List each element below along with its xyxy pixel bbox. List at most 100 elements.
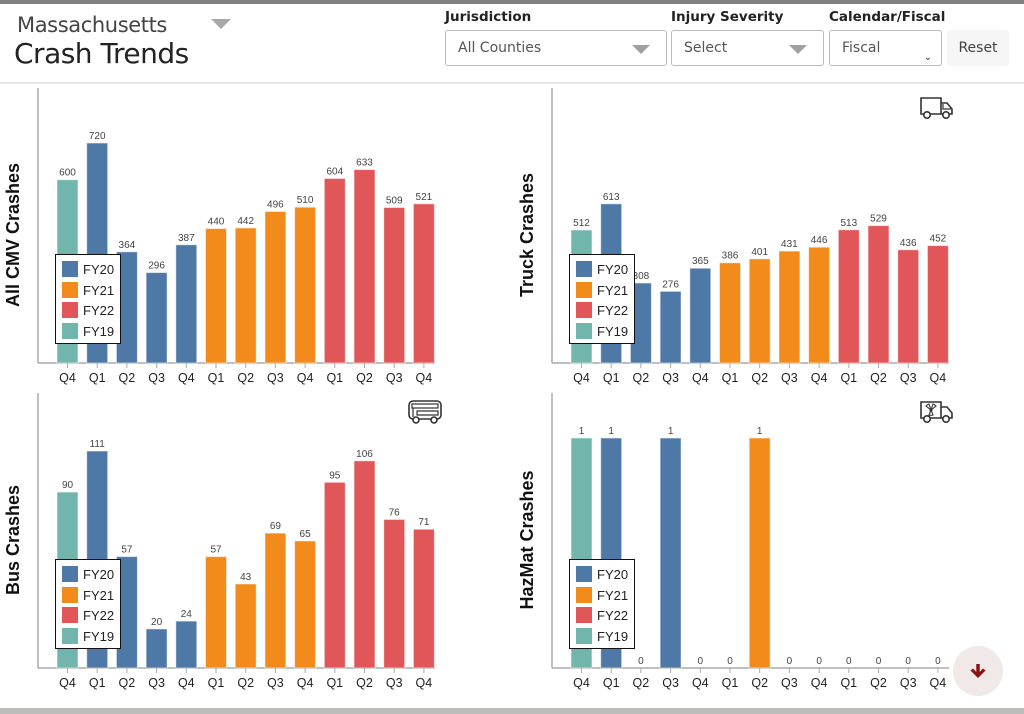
x-tick-label: Q3 xyxy=(900,371,917,385)
reset-button[interactable]: Reset xyxy=(947,30,1009,66)
x-tick-label: Q1 xyxy=(603,676,620,690)
chart-truck-crashes: 512 Q4 613 Q1 308 Q2 276 Q3 365 Q4 386 Q1 401 Q2 431 Q3… xyxy=(512,86,1024,391)
bar-value-label: 440 xyxy=(208,217,225,228)
chart-svg: 600 Q4 720 Q1 364 Q2 296 Q3 387 Q4 440 Q1 442 Q2 496 Q3… xyxy=(37,88,435,385)
bar-fy21-q3[interactable] xyxy=(264,532,287,669)
legend-label: FY21 xyxy=(597,587,629,603)
bar-fy21-q4[interactable] xyxy=(808,246,831,364)
bar-fy22-q4[interactable] xyxy=(926,245,949,364)
bar-value-label: 509 xyxy=(386,195,403,206)
scroll-down-button[interactable] xyxy=(953,646,1003,696)
bar-value-label: 442 xyxy=(237,216,254,227)
x-tick-label: Q4 xyxy=(297,371,314,385)
calendar-fiscal-select[interactable]: Fiscal ⌄ xyxy=(829,30,942,66)
bar-value-label: 0 xyxy=(905,656,911,667)
injury-severity-select[interactable]: Select xyxy=(671,30,824,66)
state-dropdown-caret-icon[interactable] xyxy=(211,19,231,29)
x-tick-label: Q3 xyxy=(386,371,403,385)
x-tick-label: Q2 xyxy=(237,371,254,385)
legend-swatch xyxy=(576,566,592,582)
bar-value-label: 613 xyxy=(603,192,620,203)
legend-swatch xyxy=(62,302,78,318)
injury-severity-label: Injury Severity xyxy=(671,9,784,25)
bar-fy22-q3[interactable] xyxy=(383,206,406,364)
x-tick-label: Q3 xyxy=(386,676,403,690)
bar-fy22-q3[interactable] xyxy=(897,249,920,364)
chevron-down-icon: ⌄ xyxy=(923,52,932,63)
x-tick-label: Q1 xyxy=(722,676,739,690)
bar-fy22-q1[interactable] xyxy=(837,229,860,364)
legend-swatch xyxy=(62,586,78,603)
bar-fy20-q3[interactable] xyxy=(659,437,682,669)
header: Massachusetts Crash Trends Jurisdiction … xyxy=(0,4,1024,84)
bar-fy21-q2[interactable] xyxy=(234,227,257,364)
legend-label: FY19 xyxy=(597,628,629,644)
x-tick-label: Q2 xyxy=(633,676,650,690)
bar-value-label: 1 xyxy=(757,426,763,437)
legend-item-fy20: FY20 xyxy=(62,261,122,279)
x-tick-label: Q1 xyxy=(89,676,106,690)
bar-fy22-q3[interactable] xyxy=(383,518,406,669)
chart-legend: FY20 FY21 FY22 FY19 xyxy=(569,254,635,344)
bar-fy20-q4[interactable] xyxy=(175,620,198,669)
legend-item-fy21: FY21 xyxy=(576,281,636,300)
bar-fy20-q3[interactable] xyxy=(145,628,168,669)
bar-value-label: 111 xyxy=(90,439,106,450)
legend-item-fy20: FY20 xyxy=(576,566,636,584)
chart-svg: 90 Q4 111 Q1 57 Q2 20 Q3 24 Q4 57 Q1 43 Q2 69 Q3 65 Q4 95 Q… xyxy=(37,393,435,690)
bar-fy20-q3[interactable] xyxy=(145,272,168,364)
legend-swatch xyxy=(576,281,592,298)
bar-fy22-q4[interactable] xyxy=(412,203,435,364)
bar-fy20-q3[interactable] xyxy=(659,290,682,364)
legend-item-fy22: FY22 xyxy=(576,607,636,625)
legend-label: FY22 xyxy=(83,608,115,623)
bar-fy21-q2[interactable] xyxy=(748,437,771,669)
x-tick-label: Q4 xyxy=(178,371,195,385)
bar-fy21-q4[interactable] xyxy=(294,206,317,364)
bar-fy21-q3[interactable] xyxy=(778,250,801,364)
x-tick-label: Q4 xyxy=(416,371,433,385)
bar-fy21-q4[interactable] xyxy=(294,540,317,669)
x-tick-label: Q2 xyxy=(356,371,373,385)
calendar-fiscal-value: Fiscal xyxy=(842,40,881,56)
legend-item-fy19: FY19 xyxy=(62,627,122,646)
page-title: Crash Trends xyxy=(14,37,189,70)
state-name: Massachusetts xyxy=(17,13,167,37)
bar-fy20-q4[interactable] xyxy=(689,267,712,364)
x-tick-label: Q3 xyxy=(148,676,165,690)
legend-item-fy19: FY19 xyxy=(62,322,122,341)
legend-label: FY20 xyxy=(597,262,629,277)
arrow-down-icon xyxy=(970,664,986,678)
bar-fy21-q2[interactable] xyxy=(234,583,257,669)
bar-fy21-q1[interactable] xyxy=(205,228,227,364)
x-tick-label: Q2 xyxy=(237,676,254,690)
x-tick-label: Q4 xyxy=(930,371,947,385)
bar-fy21-q3[interactable] xyxy=(264,210,287,364)
legend-item-fy22: FY22 xyxy=(62,607,122,625)
bar-value-label: 720 xyxy=(89,131,106,142)
jurisdiction-select[interactable]: All Counties xyxy=(445,30,667,66)
bar-fy21-q1[interactable] xyxy=(205,556,227,669)
legend-label: FY22 xyxy=(597,303,629,318)
hazmat-truck-icon xyxy=(920,401,953,424)
x-tick-label: Q3 xyxy=(900,676,917,690)
legend-item-fy21: FY21 xyxy=(576,586,636,605)
legend-label: FY22 xyxy=(83,303,115,318)
bar-fy22-q2[interactable] xyxy=(353,460,376,669)
bar-fy21-q2[interactable] xyxy=(748,258,771,364)
legend-label: FY21 xyxy=(597,282,629,298)
bar-fy22-q2[interactable] xyxy=(353,169,376,364)
bar-fy22-q1[interactable] xyxy=(323,177,346,364)
calendar-fiscal-label: Calendar/Fiscal xyxy=(829,9,946,25)
bar-value-label: 512 xyxy=(573,218,590,229)
bar-fy22-q4[interactable] xyxy=(412,528,435,669)
bar-fy20-q4[interactable] xyxy=(175,244,198,364)
y-axis-label: HazMat Crashes xyxy=(517,470,537,610)
bar-fy22-q2[interactable] xyxy=(867,225,890,364)
bar-fy22-q1[interactable] xyxy=(323,481,346,669)
bar-fy21-q1[interactable] xyxy=(719,262,741,364)
legend-label: FY20 xyxy=(83,567,115,582)
bar-value-label: 604 xyxy=(326,166,343,177)
x-tick-label: Q4 xyxy=(416,676,433,690)
bar-value-label: 446 xyxy=(811,235,828,246)
